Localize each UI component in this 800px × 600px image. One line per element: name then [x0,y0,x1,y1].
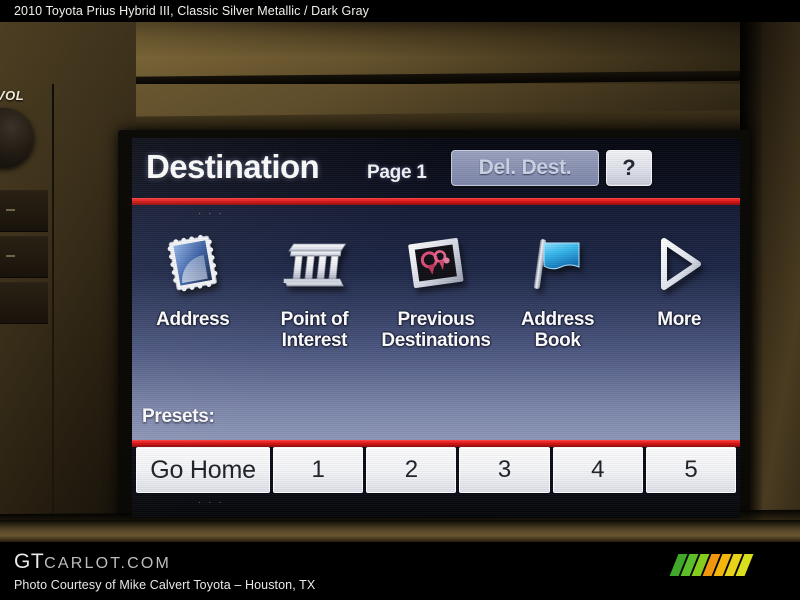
page-title: Destination [146,148,320,185]
poi-label-line2: Interest [281,330,348,351]
watermark-logo-icon [669,554,778,576]
site-watermark: GTCARLOT.COM [14,550,171,574]
preset-go-home-button[interactable]: Go Home [136,447,270,493]
stamp-icon [154,225,232,303]
prevdest-label-line2: Destinations [381,330,491,351]
volume-knob[interactable] [0,108,34,168]
screen-header: Destination Page 1 Del. Dest. ? [132,138,740,200]
watermark-brand-rest: CARLOT.COM [44,555,172,572]
menu-item-more[interactable]: More [618,213,740,330]
dash-side-button-2[interactable] [0,236,48,278]
page-indicator: Page 1 [367,162,427,183]
navigation-screen: Destination Page 1 Del. Dest. ? · · · Ad… [132,138,740,518]
preset-button-4[interactable]: 4 [552,447,643,493]
footer-watermark-bar: GTCARLOT.COM Photo Courtesy of Mike Calv… [0,542,800,600]
menu-item-address-book[interactable]: Address Book [497,213,619,351]
addrbook-label-line2: Book [534,330,581,351]
preset-button-2[interactable]: 2 [366,447,457,493]
volume-label: VOL [0,88,25,103]
menu-item-point-of-interest-label: Point of Interest [281,309,349,351]
screen-lower-margin: · · · [132,495,740,518]
prevdest-label-line1: Previous [397,309,475,330]
addrbook-label-line1: Address [520,309,595,330]
preset-label-3: 3 [497,456,512,483]
panel-seam-line [52,84,54,542]
screenshot-root: 2010 Toyota Prius Hybrid III, Classic Si… [0,0,800,600]
menu-item-address-label: Address [156,309,230,330]
arrow-right-triangle-icon [640,225,718,303]
presets-row: Go Home 1 2 3 4 5 [132,447,740,495]
destination-menu-panel: · · · Address Point of Interest Previous… [132,205,740,440]
destination-menu-grid: Address Point of Interest Previous Desti… [132,213,740,413]
presets-accent-rule [132,440,740,447]
preset-go-home-label: Go Home [150,455,256,484]
dash-left-controls-panel: VOL [0,22,136,542]
dash-side-button-1[interactable] [0,190,48,232]
preset-button-3[interactable]: 3 [459,447,550,493]
photo-credit: Photo Courtesy of Mike Calvert Toyota – … [14,578,316,592]
framed-pins-icon [397,225,475,303]
menu-item-address[interactable]: Address [132,213,254,330]
dashboard-photo: VOL Destination Page 1 Del. Dest. ? [0,22,800,542]
menu-item-address-book-label: Address Book [520,309,595,351]
listing-caption: 2010 Toyota Prius Hybrid III, Classic Si… [0,0,800,22]
delete-destination-label: Del. Dest. [478,156,572,179]
side-button-tick [6,255,15,257]
dash-side-button-3[interactable] [0,282,48,324]
side-button-tick [6,209,15,211]
screen-dot-marker-bottom: · · · [198,497,224,508]
menu-item-previous-destinations-label: Previous Destinations [381,309,491,351]
presets-label: Presets: [142,406,215,427]
dash-bottom-ledge [0,520,800,542]
poi-label-line1: Point of [280,309,349,330]
preset-button-5[interactable]: 5 [645,447,737,493]
bank-building-icon [275,225,353,303]
help-button[interactable]: ? [606,150,652,186]
delete-destination-button[interactable]: Del. Dest. [451,150,599,186]
preset-label-1: 1 [311,456,325,483]
menu-item-point-of-interest[interactable]: Point of Interest [254,213,376,351]
preset-label-4: 4 [591,456,605,483]
preset-label-2: 2 [404,456,418,483]
watermark-brand-bold: GT [14,550,45,573]
preset-label-5: 5 [684,456,698,483]
menu-item-previous-destinations[interactable]: Previous Destinations [375,213,497,351]
preset-button-1[interactable]: 1 [273,447,364,493]
header-accent-rule [132,198,740,205]
menu-item-more-label: More [657,309,702,330]
blue-flag-icon [519,225,597,303]
help-label: ? [622,155,636,180]
